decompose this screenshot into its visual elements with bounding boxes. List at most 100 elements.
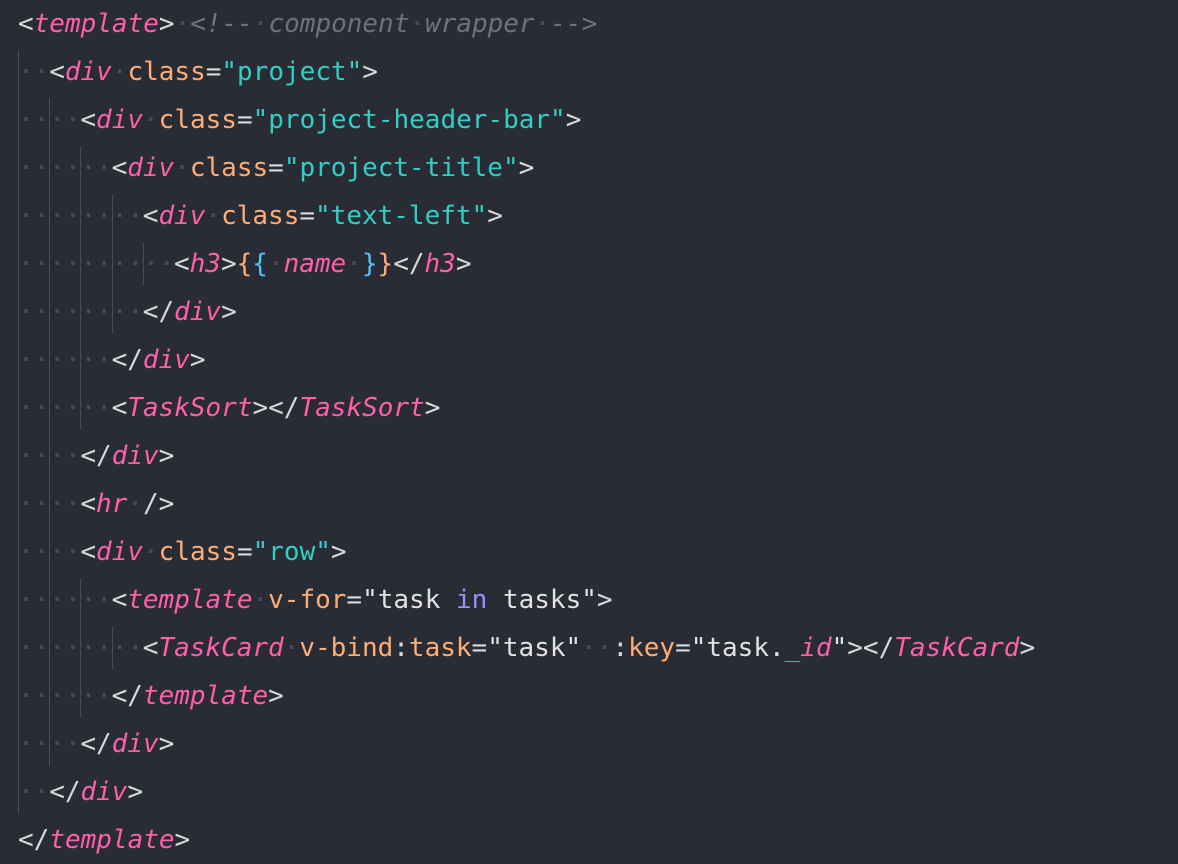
token-kw: in [456, 585, 488, 615]
token-punct: < [80, 537, 97, 567]
token-tag: div [96, 537, 144, 567]
token-plain: "task. [690, 633, 785, 663]
token-punct: = [236, 537, 253, 567]
token-brace: { [236, 249, 253, 279]
code-line[interactable]: ········ <TaskCard·v-bind:task="task"··:k… [0, 624, 1178, 672]
token-str: "project-header-bar" [252, 105, 566, 135]
token-var: _id [784, 633, 832, 663]
token-plain: " [831, 633, 848, 663]
token-attr: v-for [268, 585, 347, 615]
token-punct: </ [80, 441, 112, 471]
token-ws: ·· [581, 633, 613, 663]
token-punct: < [80, 489, 97, 519]
token-punct: : [393, 633, 409, 663]
token-punct: < [142, 633, 159, 663]
token-attr: class [221, 201, 300, 231]
token-comment: --> [550, 9, 598, 39]
token-comment: wrapper [425, 9, 535, 39]
token-brace2: { [252, 249, 268, 279]
token-str: "row" [252, 537, 331, 567]
token-punct: = [471, 633, 488, 663]
code-line[interactable]: ···· <div·class="project-header-bar"> [0, 96, 1178, 144]
token-punct: > [596, 585, 613, 615]
code-text: <hr·/> [80, 480, 174, 528]
code-text: <TaskCard·v-bind:task="task"··:key="task… [143, 624, 1035, 672]
indent-guide [80, 146, 82, 430]
code-text: <template·v-for="task in tasks"> [112, 576, 613, 624]
token-tag: TaskCard [894, 633, 1020, 663]
token-punct: > [518, 153, 535, 183]
code-line[interactable]: ······ <div·class="project-title"> [0, 144, 1178, 192]
token-punct: </ [111, 681, 143, 711]
indent-whitespace: ······ [18, 585, 112, 615]
indent-whitespace: ·········· [18, 249, 175, 279]
code-line[interactable]: <template>·<!--·component·wrapper·--> [0, 0, 1178, 48]
token-punct: < [80, 105, 97, 135]
token-punct: /> [143, 489, 175, 519]
token-ws: · [252, 9, 269, 39]
indent-guide [111, 626, 113, 670]
indent-whitespace: ·· [18, 777, 50, 807]
code-line[interactable]: </template> [0, 816, 1178, 864]
token-punct: > [424, 393, 441, 423]
indent-whitespace: ······ [18, 345, 112, 375]
token-tag: template [142, 681, 269, 711]
token-punct: = [346, 585, 363, 615]
token-ws: · [143, 105, 159, 135]
token-ws: · [111, 57, 128, 87]
token-tag: div [142, 345, 190, 375]
token-punct: < [174, 249, 190, 279]
code-line[interactable]: ······ <TaskSort></TaskSort> [0, 384, 1178, 432]
token-ws: · [283, 633, 300, 663]
token-plain: "task" [487, 633, 582, 663]
token-tag: template [49, 825, 175, 855]
token-ws: · [346, 249, 362, 279]
token-tag: div [111, 441, 159, 471]
code-line[interactable]: ·· </div> [0, 768, 1178, 816]
code-line[interactable]: ·· <div·class="project"> [0, 48, 1178, 96]
code-text: <TaskSort></TaskSort> [112, 384, 441, 432]
token-tag: div [158, 201, 206, 231]
token-punct: > [158, 441, 175, 471]
indent-guide [18, 50, 19, 814]
token-punct: </ [142, 297, 175, 327]
code-line[interactable]: ···· </div> [0, 720, 1178, 768]
code-line[interactable]: ···· <hr·/> [0, 480, 1178, 528]
indent-whitespace: ·· [18, 57, 50, 87]
token-tag: hr [96, 489, 128, 519]
token-punct: </ [18, 825, 50, 855]
code-line[interactable]: ········ <div·class="text-left"> [0, 192, 1178, 240]
token-punct: < [111, 393, 128, 423]
token-punct: < [111, 585, 128, 615]
token-comment: <!-- [190, 9, 253, 39]
token-tag: div [174, 297, 222, 327]
code-line[interactable]: ······ <template·v-for="task in tasks"> [0, 576, 1178, 624]
token-punct: > [189, 345, 206, 375]
code-text: <div·class="project-header-bar"> [80, 96, 581, 144]
token-tag: div [127, 153, 175, 183]
code-line[interactable]: ···· <div·class="row"> [0, 528, 1178, 576]
token-attr: class [127, 57, 206, 87]
code-text: <div·class="project"> [49, 48, 378, 96]
token-punct: > [330, 537, 347, 567]
token-punct: </ [393, 249, 425, 279]
token-punct: : [612, 633, 629, 663]
indent-whitespace: ······ [18, 393, 112, 423]
indent-guide [142, 242, 144, 286]
indent-guide [49, 98, 51, 766]
token-punct: > [362, 57, 378, 87]
code-line[interactable]: ········ </div> [0, 288, 1178, 336]
token-punct: = [236, 105, 253, 135]
token-tag: div [64, 57, 112, 87]
token-punct: = [299, 201, 316, 231]
code-line[interactable]: ···· </div> [0, 432, 1178, 480]
token-punct: > [158, 729, 175, 759]
code-line[interactable]: ······ </div> [0, 336, 1178, 384]
code-line[interactable]: ·········· <h3>{{·name·}}</h3> [0, 240, 1178, 288]
code-line[interactable]: ······ </template> [0, 672, 1178, 720]
token-ws: · [267, 249, 284, 279]
token-punct: > [268, 681, 284, 711]
code-text: </div> [80, 432, 174, 480]
code-editor[interactable]: <template>·<!--·component·wrapper·--> ·· <… [0, 0, 1178, 860]
token-tag: TaskCard [158, 633, 284, 663]
